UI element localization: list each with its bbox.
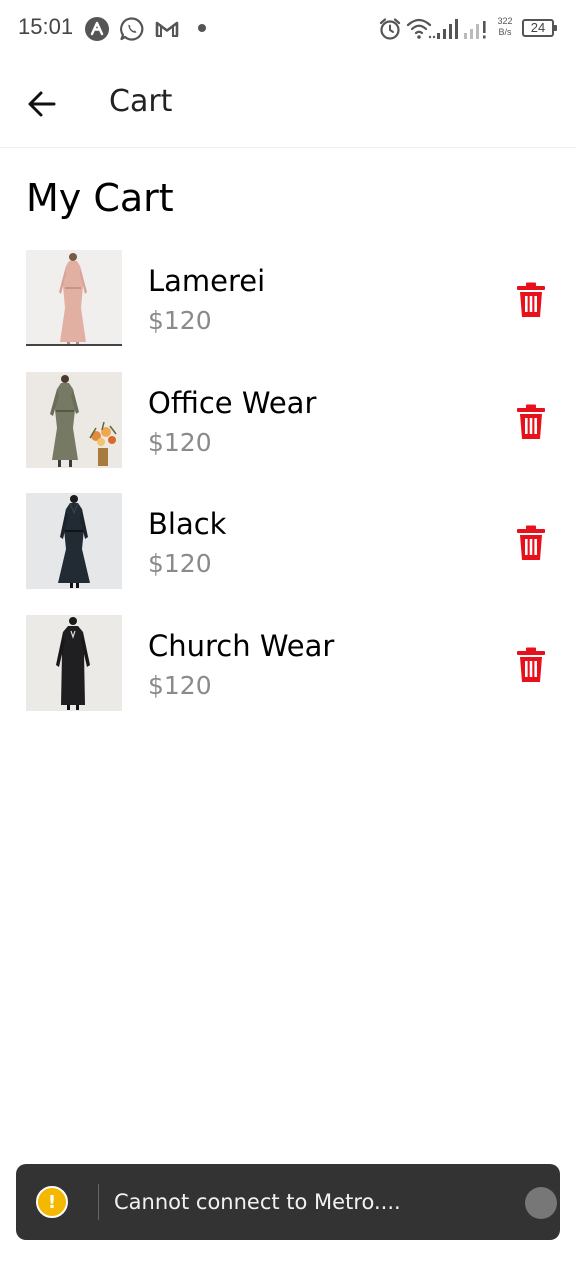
status-time: 15:01	[18, 14, 74, 39]
cart-item[interactable]: Office Wear $120	[0, 371, 576, 494]
item-price: $120	[148, 549, 212, 578]
delete-button[interactable]	[512, 402, 550, 442]
arrow-left-icon	[28, 91, 56, 117]
gmail-icon	[155, 21, 179, 37]
item-name: Office Wear	[148, 385, 317, 420]
trash-icon	[517, 525, 545, 560]
item-name: Black	[148, 507, 227, 541]
network-speed: 322 B/s	[494, 16, 516, 38]
item-name: Church Wear	[148, 628, 335, 663]
alarm-icon	[379, 18, 401, 40]
delete-button[interactable]	[512, 645, 550, 685]
product-image[interactable]	[26, 250, 122, 346]
trash-icon	[517, 647, 545, 682]
notification-dot	[198, 24, 206, 32]
whatsapp-icon	[120, 17, 144, 41]
battery-icon: 24	[522, 19, 557, 37]
app-bar-title: Cart	[109, 84, 173, 119]
cart-item[interactable]: Lamerei $120	[0, 250, 576, 372]
app-bar: Cart	[0, 58, 576, 148]
toast-dismiss-button[interactable]	[525, 1187, 557, 1219]
page-title: My Cart	[26, 176, 174, 220]
status-bar: 15:01 322 B/s 24	[0, 0, 576, 58]
cart-list: Lamerei $120 Office Wear $120 Black $120…	[0, 250, 576, 736]
network-speed-unit: B/s	[498, 27, 512, 37]
item-price: $120	[148, 670, 212, 700]
error-toast[interactable]: ! Cannot connect to Metro....	[16, 1164, 560, 1240]
cart-item[interactable]: Black $120	[0, 493, 576, 615]
product-image[interactable]	[26, 614, 122, 711]
warning-icon: !	[36, 1186, 68, 1218]
cart-item[interactable]: Church Wear $120	[0, 614, 576, 737]
product-image[interactable]	[26, 493, 122, 589]
delete-button[interactable]	[512, 523, 550, 563]
item-name: Lamerei	[148, 264, 266, 298]
delete-button[interactable]	[512, 280, 550, 320]
toast-divider	[98, 1184, 99, 1220]
wifi-icon	[406, 18, 436, 39]
item-price: $120	[148, 427, 212, 457]
trash-icon	[517, 404, 545, 439]
product-image[interactable]	[26, 371, 122, 468]
network-speed-value: 322	[497, 16, 513, 26]
arch-icon	[85, 17, 109, 41]
toast-message: Cannot connect to Metro....	[114, 1190, 401, 1214]
battery-level: 24	[530, 20, 546, 35]
back-button[interactable]	[22, 84, 62, 124]
signal-icon	[437, 19, 486, 39]
trash-icon	[517, 282, 545, 317]
item-price: $120	[148, 306, 212, 335]
